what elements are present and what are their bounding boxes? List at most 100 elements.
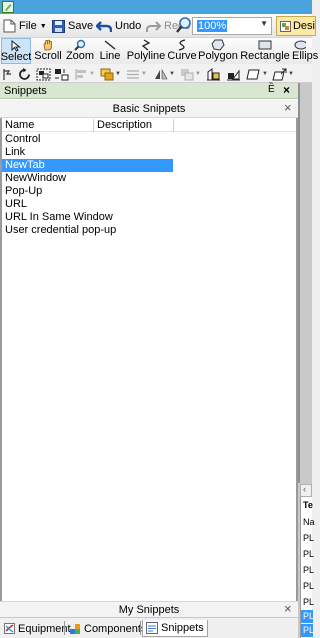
chevron-down-icon: ▼ xyxy=(141,71,147,77)
tab-components-label: Components xyxy=(84,622,147,635)
grid-cell: PL xyxy=(303,581,315,591)
list-item[interactable]: User credential pop-up xyxy=(2,224,173,237)
grid-cell: PL xyxy=(303,625,315,635)
fill-color-button[interactable]: ▼ xyxy=(100,67,121,81)
ellipse-tool-label: Ellips xyxy=(292,50,319,62)
bring-to-front-button[interactable] xyxy=(206,67,221,81)
list-item[interactable]: URL In Same Window xyxy=(2,211,173,224)
list-header: Name Description xyxy=(2,118,296,132)
pin-icon[interactable]: Ȅ xyxy=(268,84,275,95)
scroll-tool-button[interactable]: Scroll xyxy=(34,38,62,64)
fill-color-icon xyxy=(100,68,114,80)
flip-icon xyxy=(155,68,168,79)
group-icon xyxy=(36,68,51,80)
snippets-pane-header: Snippets Ȅ × xyxy=(0,83,298,99)
chevron-down-icon: ▼ xyxy=(115,71,121,77)
tab-snippets[interactable]: Snippets xyxy=(142,620,208,637)
grid-cell: PL xyxy=(303,549,315,559)
grid-cell: Na xyxy=(303,517,315,527)
tab-separator xyxy=(140,621,141,635)
format-toolbar: ▼ ▼ ▼ ▼ ▼ ▼ ▼ xyxy=(0,64,312,83)
rotate-icon xyxy=(19,67,30,80)
scroll-left-button[interactable]: ‹ xyxy=(300,484,312,497)
column-header-description[interactable]: Description xyxy=(94,119,174,132)
resize-icon xyxy=(246,69,260,79)
undo-label: Undo xyxy=(115,20,142,32)
chevron-down-icon: ▼ xyxy=(260,19,268,28)
basic-snippets-header[interactable]: Basic Snippets × xyxy=(0,100,298,118)
send-to-back-button[interactable] xyxy=(226,67,241,81)
design-icon xyxy=(280,20,291,32)
polygon-tool-label: Polygon xyxy=(198,50,238,62)
grid-cell: PL xyxy=(303,565,315,575)
transform-icon xyxy=(272,68,287,80)
equipment-icon xyxy=(4,623,15,634)
my-snippets-header[interactable]: My Snippets × xyxy=(0,601,298,617)
tab-components[interactable]: Components xyxy=(66,620,149,637)
resize-button[interactable]: ▼ xyxy=(246,67,268,81)
list-item[interactable]: URL xyxy=(2,198,173,211)
app-icon xyxy=(2,1,14,13)
align-button[interactable]: ▼ xyxy=(74,67,95,81)
group-button[interactable] xyxy=(36,67,51,81)
line-tool-label: Line xyxy=(99,50,121,62)
file-label: File xyxy=(19,20,37,32)
list-item[interactable]: Control xyxy=(2,133,173,146)
snippets-list[interactable]: Name Description Control Link NewTab NewWin… xyxy=(0,118,298,601)
drawing-toolbar: Select Scroll Zoom Line Polyline Curve P… xyxy=(0,38,318,64)
list-item[interactable]: Pop-Up xyxy=(2,185,173,198)
curve-tool-button[interactable]: Curve xyxy=(167,38,197,64)
bring-to-front-icon xyxy=(207,67,220,80)
list-item[interactable]: NewTab xyxy=(2,159,173,172)
column-header-name[interactable]: Name xyxy=(2,119,94,132)
zoom-level-combobox[interactable]: 100% ▼ xyxy=(192,17,272,35)
floppy-disk-icon xyxy=(52,19,65,33)
undo-arrow-icon xyxy=(96,20,112,32)
magnifier-icon xyxy=(176,17,191,33)
chevron-down-icon: ▼ xyxy=(89,71,95,77)
zoom-value: 100% xyxy=(197,20,228,32)
tab-equipment[interactable]: Equipment xyxy=(1,620,74,637)
line-style-button[interactable]: ▼ xyxy=(126,67,147,81)
tab-separator xyxy=(64,621,65,635)
align-icon xyxy=(75,68,86,80)
undo-button[interactable]: Undo xyxy=(96,17,141,35)
close-pane-button[interactable]: × xyxy=(283,83,290,97)
ellipse-tool-button[interactable]: Ellips xyxy=(292,38,318,64)
file-menu-button[interactable]: File ▼ xyxy=(3,17,47,35)
rectangle-tool-button[interactable]: Rectangle xyxy=(240,38,290,64)
ungroup-icon xyxy=(55,68,69,80)
design-tab[interactable]: Desi xyxy=(276,16,316,36)
list-item[interactable]: Link xyxy=(2,146,173,159)
close-icon[interactable]: × xyxy=(284,100,292,115)
list-item[interactable]: NewWindow xyxy=(2,172,173,185)
flip-button[interactable]: ▼ xyxy=(154,67,175,81)
close-icon[interactable]: × xyxy=(284,601,292,616)
polyline-tool-label: Polyline xyxy=(126,50,166,62)
arrange-button[interactable]: ▼ xyxy=(180,67,201,81)
save-button[interactable]: Save xyxy=(52,17,93,35)
chevron-down-icon: ▼ xyxy=(195,71,201,77)
select-tool-label: Select xyxy=(0,51,32,63)
format-painter-button[interactable] xyxy=(2,67,16,81)
polygon-tool-button[interactable]: Polygon xyxy=(198,38,238,64)
ungroup-button[interactable] xyxy=(54,67,69,81)
basic-snippets-title: Basic Snippets xyxy=(112,103,186,115)
tab-equipment-label: Equipment xyxy=(18,622,71,635)
line-tool-button[interactable]: Line xyxy=(99,38,121,64)
bottom-tab-bar: Equipment Components Snippets xyxy=(0,617,298,638)
zoom-tool-button[interactable]: Zoom xyxy=(65,38,95,64)
chevron-down-icon: ▼ xyxy=(39,22,47,30)
rotate-button[interactable] xyxy=(18,67,32,81)
transform-button[interactable]: ▼ xyxy=(272,67,294,81)
arrange-icon xyxy=(181,68,194,80)
select-tool-button[interactable]: Select xyxy=(1,38,31,64)
window-title-bar xyxy=(0,0,312,14)
chevron-down-icon: ▼ xyxy=(262,71,268,77)
grid-cell: PL xyxy=(303,611,315,621)
send-to-back-icon xyxy=(227,69,240,80)
grid-cell: PL xyxy=(303,597,315,607)
tag-grid[interactable]: Te Na PL PL PL PL PL PL PL xyxy=(300,497,315,638)
polyline-tool-button[interactable]: Polyline xyxy=(125,38,167,64)
save-label: Save xyxy=(68,20,94,32)
